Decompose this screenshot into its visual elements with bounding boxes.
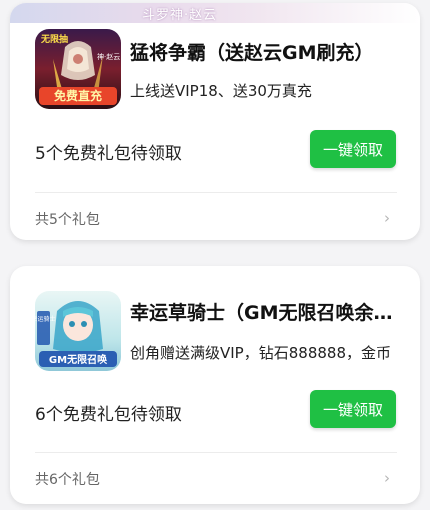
divider [35,452,397,453]
game-icon[interactable]: 幸运骑士 GM无限召唤 [35,291,121,371]
gift-count-row[interactable]: 共5个礼包 › [10,198,420,238]
claim-all-button[interactable]: 一键领取 [310,130,396,168]
gift-count-text: 共5个礼包 [35,212,100,228]
chevron-right-icon: › [384,469,390,487]
svg-text:幸运骑士: 幸运骑士 [35,315,56,323]
svg-text:免费直充: 免费直充 [54,88,102,103]
pending-gifts-text: 5个免费礼包待领取 [35,144,182,164]
gift-card: 斗罗神·赵云 免费直充 无限抽 神·赵云 猛将争霸（送赵云GM刷充） 上线送VI… [10,3,420,240]
svg-text:无限抽: 无限抽 [40,33,68,45]
divider [35,192,397,193]
gift-count-row[interactable]: 共6个礼包 › [10,458,420,498]
game-title[interactable]: 幸运草骑士（GM无限召唤余额） [130,298,402,325]
game-description: 创角赠送满级VIP，钻石888888，金币 [130,344,391,362]
svg-text:GM无限召唤: GM无限召唤 [49,353,107,366]
game-description: 上线送VIP18、送30万真充 [130,82,312,100]
chevron-right-icon: › [384,209,390,227]
gift-card: 幸运骑士 GM无限召唤 幸运草骑士（GM无限召唤余额） 创角赠送满级VIP，钻石… [10,266,420,504]
game-title[interactable]: 猛将争霸（送赵云GM刷充） [130,38,402,65]
pending-gifts-text: 6个免费礼包待领取 [35,405,182,425]
banner-text: 斗罗神·赵云 [142,8,218,23]
claim-all-button[interactable]: 一键领取 [310,390,396,428]
gift-count-text: 共6个礼包 [35,472,100,488]
game-icon[interactable]: 免费直充 无限抽 神·赵云 [35,29,121,109]
gift-list-page: 斗罗神·赵云 免费直充 无限抽 神·赵云 猛将争霸（送赵云GM刷充） 上线送VI… [0,0,430,510]
svg-text:神·赵云: 神·赵云 [97,52,120,61]
